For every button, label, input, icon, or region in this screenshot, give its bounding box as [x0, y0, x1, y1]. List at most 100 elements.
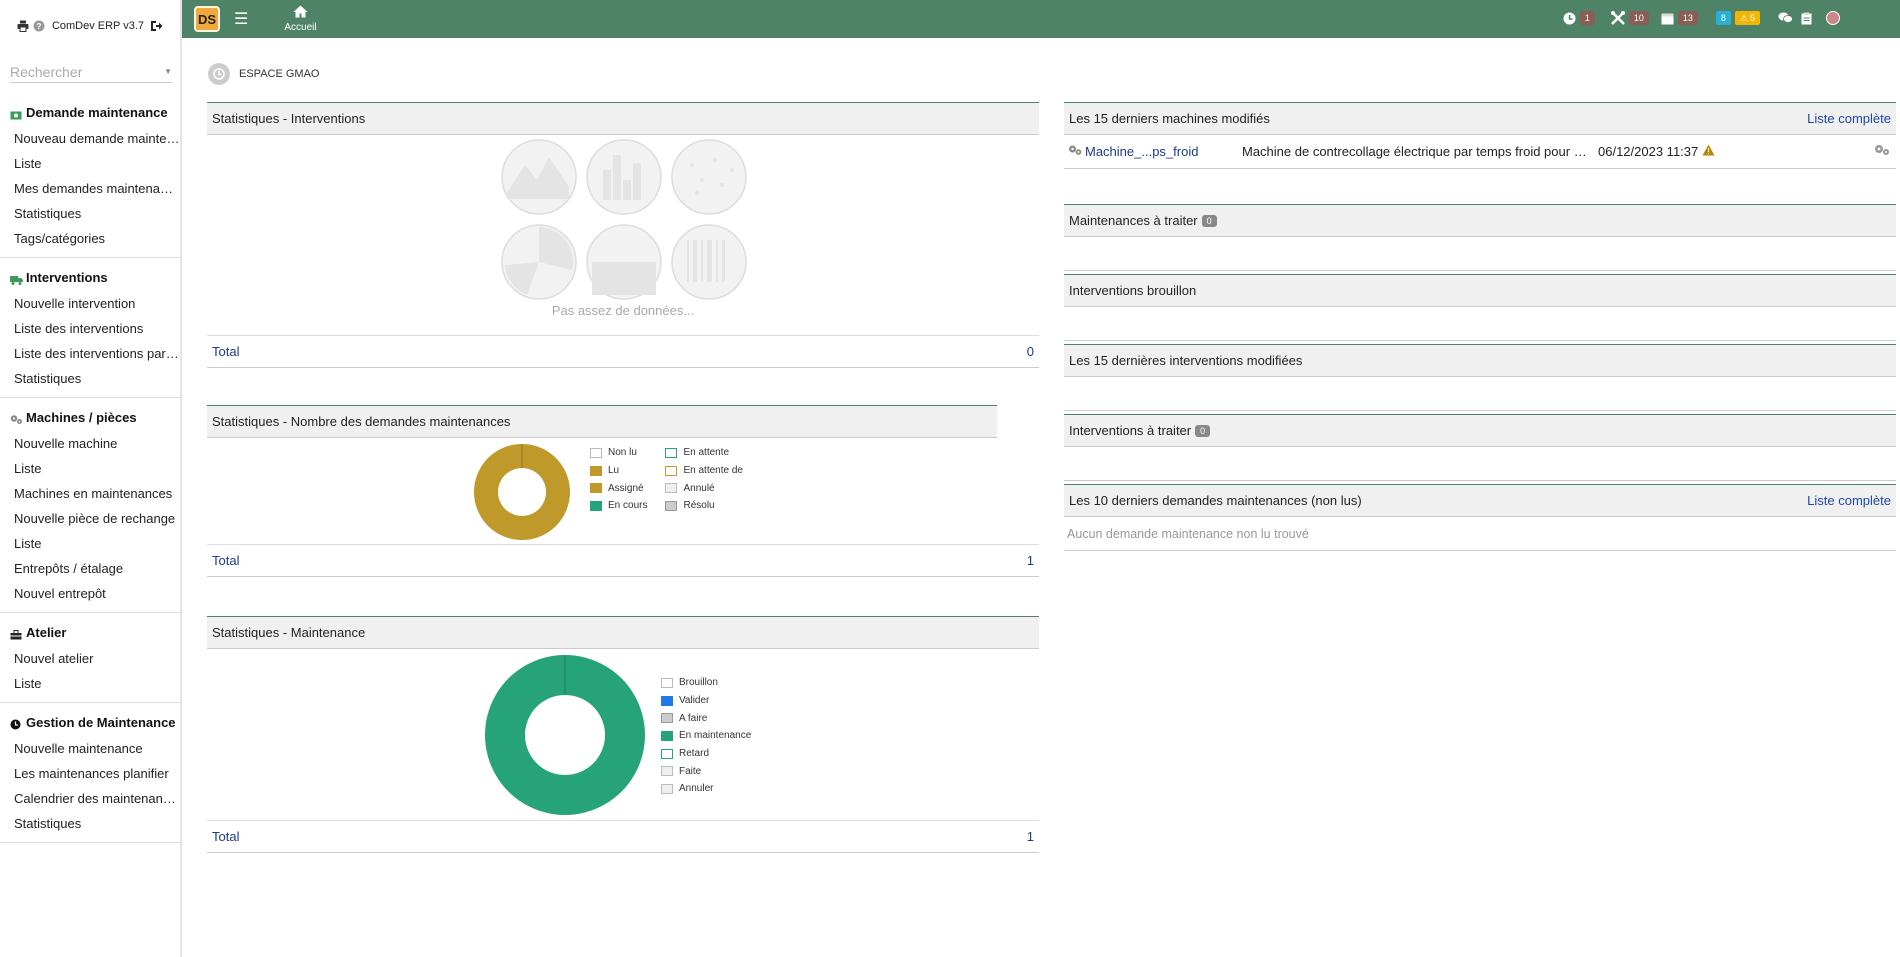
legend-item[interactable]: Non lu: [590, 444, 647, 462]
sidebar-item[interactable]: Statistiques: [0, 811, 182, 836]
legend-swatch: [661, 730, 673, 741]
machine-ref: Machine_...ps_froid: [1085, 144, 1199, 159]
legend-swatch: [590, 483, 602, 494]
legend-label: Assigné: [608, 482, 644, 494]
gears-icon[interactable]: [1874, 144, 1890, 159]
chevron-down-icon[interactable]: ▼: [164, 67, 172, 76]
total-label: Total: [212, 344, 240, 359]
sidebar-item[interactable]: Statistiques: [0, 366, 182, 391]
search-input[interactable]: Rechercher ▼: [10, 61, 172, 83]
clock-icon[interactable]: [1563, 12, 1576, 25]
help-icon[interactable]: ?: [33, 20, 46, 33]
sidebar-item[interactable]: Liste: [0, 531, 182, 556]
legend-item[interactable]: Faite: [661, 762, 751, 780]
panel-header: Les 15 derniers machines modifiés Liste …: [1064, 102, 1896, 135]
home-label: Accueil: [284, 22, 317, 33]
empty-row: [1064, 307, 1896, 341]
legend-swatch: [661, 783, 673, 794]
money-icon: [10, 108, 22, 119]
sidebar-group-title: Atelier: [26, 625, 67, 640]
legend-item[interactable]: Annuler: [661, 780, 751, 798]
sidebar-item[interactable]: Nouvel entrepôt: [0, 581, 182, 606]
sidebar-group-header[interactable]: Demande maintenance: [0, 103, 180, 122]
sidebar-item[interactable]: Les maintenances planifier: [0, 761, 182, 786]
badge-calendar[interactable]: 13: [1677, 11, 1698, 25]
total-row: Total 0: [207, 335, 1039, 368]
full-list-link[interactable]: Liste complète: [1807, 493, 1891, 508]
sidebar-group: Atelier Nouvel atelier Liste: [0, 613, 180, 703]
machine-link[interactable]: Machine_...ps_froid: [1068, 144, 1242, 159]
total-value: 1: [1026, 829, 1034, 844]
sidebar-item[interactable]: Liste des interventions: [0, 316, 182, 341]
page-title: ESPACE GMAO: [239, 68, 320, 80]
sidebar-item[interactable]: Machines en maintenances: [0, 481, 182, 506]
legend-item[interactable]: Retard: [661, 745, 751, 763]
sidebar-item[interactable]: Entrepôts / étalage: [0, 556, 182, 581]
sidebar-item[interactable]: Nouvel atelier: [0, 646, 182, 671]
legend-item[interactable]: Résolu: [665, 497, 743, 515]
calendar-icon[interactable]: [1661, 12, 1674, 25]
logout-icon[interactable]: [150, 20, 163, 33]
clipboard-icon[interactable]: [1801, 12, 1812, 25]
empty-message: Aucun demande maintenance non lu trouvé: [1064, 517, 1896, 551]
sidebar-item[interactable]: Liste: [0, 671, 182, 696]
maintenance-donut-chart: [484, 655, 645, 815]
sidebar-item[interactable]: Mes demandes maintenances: [0, 176, 182, 201]
sidebar-item[interactable]: Nouvelle machine: [0, 431, 182, 456]
sidebar-item[interactable]: Nouvelle maintenance: [0, 736, 182, 761]
legend-column: En attente En attente de Annulé Résolu: [665, 444, 743, 515]
legend-item[interactable]: En maintenance: [661, 727, 751, 745]
truck-icon: [10, 273, 23, 285]
empty-row: [1064, 447, 1896, 481]
legend-item[interactable]: A faire: [661, 709, 751, 727]
panel-title: Statistiques - Interventions: [212, 111, 366, 126]
full-list-link[interactable]: Liste complète: [1807, 111, 1891, 126]
badge-warnings[interactable]: ⚠ 5: [1734, 11, 1760, 25]
legend-label: Annulé: [683, 482, 715, 494]
brand-bar: ? ComDev ERP v3.7: [0, 0, 180, 52]
sidebar-group-header[interactable]: Atelier: [0, 623, 180, 642]
sidebar-group: Interventions Nouvelle intervention Liste …: [0, 258, 182, 398]
sidebar-group-header[interactable]: Gestion de Maintenance: [0, 713, 180, 732]
sidebar-item[interactable]: Liste: [0, 151, 182, 176]
legend-label: En cours: [608, 500, 648, 512]
legend-item[interactable]: En attente de: [665, 462, 743, 480]
clock-icon: [208, 63, 230, 85]
legend-item[interactable]: Lu: [590, 462, 647, 480]
total-row: Total 1: [207, 820, 1039, 853]
total-row: Total 1: [207, 544, 1039, 577]
panel-interventions-draft: Interventions brouillon: [1064, 274, 1896, 341]
panel-title: Les 15 dernières interventions modifiées: [1069, 353, 1303, 368]
sidebar-item[interactable]: Liste: [0, 456, 182, 481]
app-logo[interactable]: DS: [194, 6, 220, 32]
warning-icon: [1702, 144, 1715, 159]
home-button[interactable]: Accueil: [284, 5, 317, 33]
table-row[interactable]: Machine_...ps_froid Machine de contrecol…: [1064, 135, 1896, 169]
sidebar-item[interactable]: Nouvelle pièce de rechange: [0, 506, 182, 531]
sidebar-item[interactable]: Tags/catégories: [0, 226, 182, 251]
legend-item[interactable]: En cours: [590, 497, 647, 515]
sidebar-group-header[interactable]: Machines / pièces: [0, 408, 180, 427]
sidebar-item[interactable]: Calendrier des maintenances: [0, 786, 182, 811]
count-badge: 0: [1201, 214, 1217, 227]
sidebar-item[interactable]: Nouveau demande maintenance: [0, 126, 182, 151]
legend-item[interactable]: Annulé: [665, 479, 743, 497]
print-icon[interactable]: [17, 20, 30, 33]
tools-icon[interactable]: [1610, 11, 1625, 25]
hamburger-menu-icon[interactable]: ☰: [234, 9, 248, 29]
sidebar-group-header[interactable]: Interventions: [0, 268, 180, 287]
badge-interventions[interactable]: 10: [1628, 11, 1649, 25]
legend-item[interactable]: Assigné: [590, 479, 647, 497]
legend-item[interactable]: En attente: [665, 444, 743, 462]
sidebar-item[interactable]: Statistiques: [0, 201, 182, 226]
badge-info[interactable]: 8: [1715, 11, 1731, 25]
warning-icon: ⚠: [1739, 13, 1748, 23]
sidebar-item[interactable]: Liste des interventions par tiers: [0, 341, 182, 366]
avatar[interactable]: [1826, 11, 1840, 25]
badge-events[interactable]: 1: [1579, 11, 1595, 25]
sidebar-item[interactable]: Nouvelle intervention: [0, 291, 182, 316]
legend-item[interactable]: Brouillon: [661, 674, 751, 692]
legend-item[interactable]: Valider: [661, 692, 751, 710]
chat-icon[interactable]: [1778, 12, 1793, 24]
legend-swatch: [665, 483, 678, 494]
